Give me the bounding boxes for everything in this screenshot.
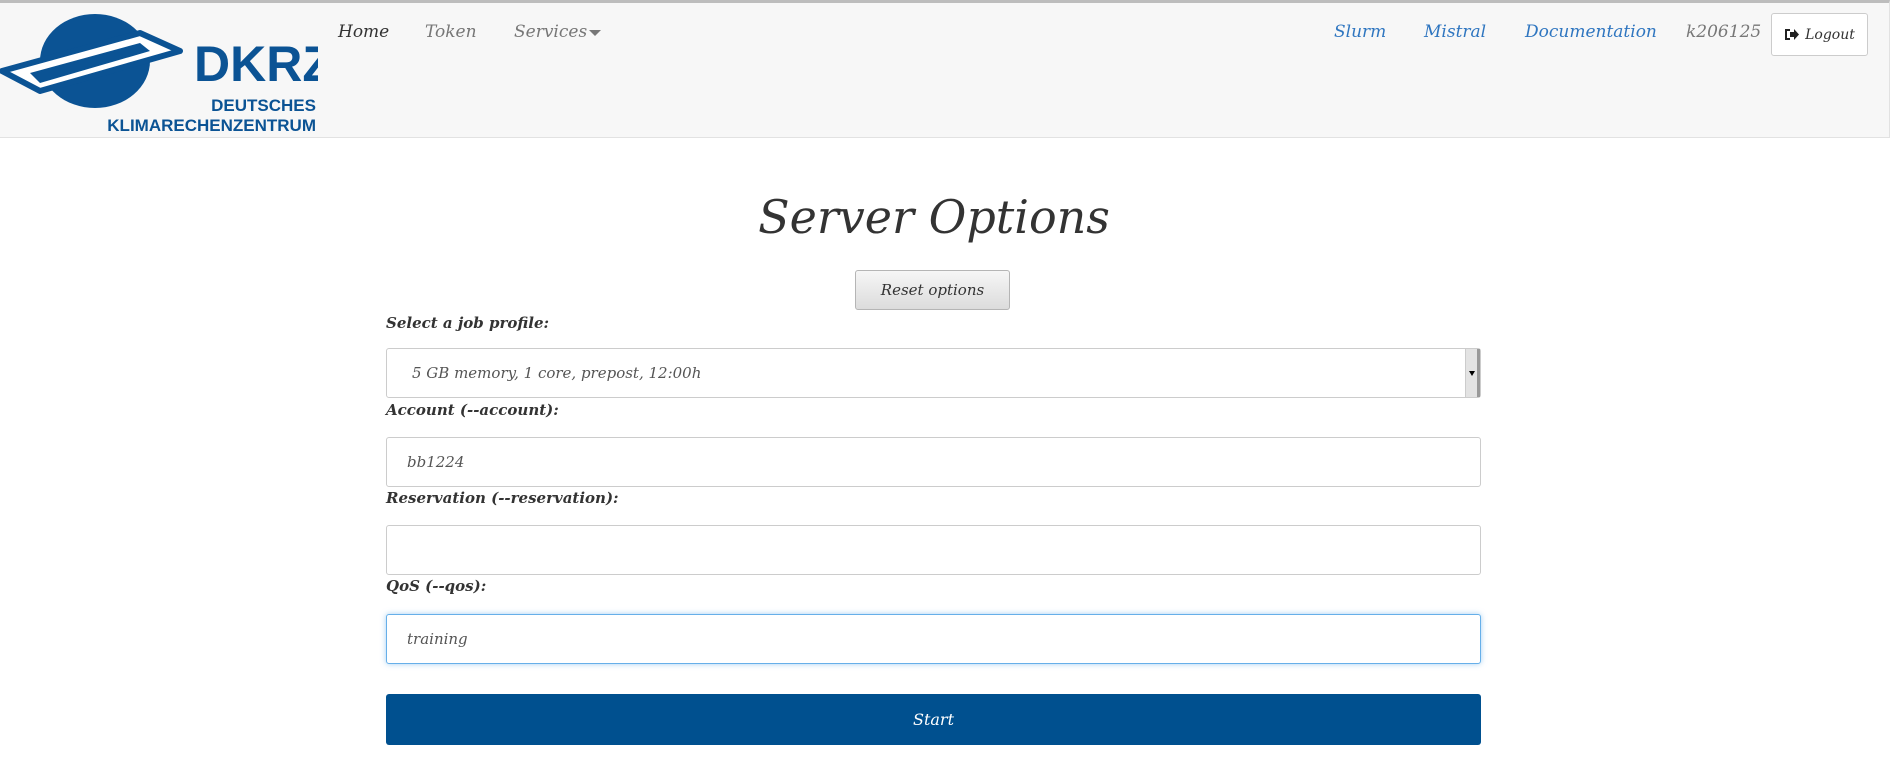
start-button[interactable]: Start — [386, 694, 1481, 745]
dkrz-logo[interactable]: DKRZ DEUTSCHES KLIMARECHENZENTRUM — [0, 13, 333, 135]
reservation-label: Reservation (--reservation): — [386, 489, 619, 507]
qos-label: QoS (--qos): — [386, 577, 487, 595]
logout-label: Logout — [1805, 26, 1855, 43]
reset-options-button[interactable]: Reset options — [855, 270, 1010, 310]
svg-text:DKRZ: DKRZ — [194, 36, 318, 92]
nav-token[interactable]: Token — [425, 22, 477, 42]
svg-text:KLIMARECHENZENTRUM: KLIMARECHENZENTRUM — [107, 116, 316, 133]
account-label: Account (--account): — [386, 401, 559, 419]
navbar: DKRZ DEUTSCHES KLIMARECHENZENTRUM Home T… — [0, 0, 1890, 138]
username: k206125 — [1686, 22, 1762, 42]
job-profile-value: 5 GB memory, 1 core, prepost, 12:00h — [412, 364, 702, 382]
account-input[interactable]: bb1224 — [386, 437, 1481, 487]
page-title: Server Options — [758, 190, 1110, 244]
job-profile-select[interactable]: 5 GB memory, 1 core, prepost, 12:00h — [386, 348, 1481, 398]
nav-mistral[interactable]: Mistral — [1424, 22, 1486, 42]
nav-home[interactable]: Home — [338, 22, 389, 42]
job-profile-label: Select a job profile: — [386, 314, 550, 332]
nav-documentation[interactable]: Documentation — [1525, 22, 1657, 42]
svg-text:DEUTSCHES: DEUTSCHES — [211, 96, 316, 115]
logout-button[interactable]: Logout — [1771, 13, 1868, 56]
reservation-input[interactable] — [386, 525, 1481, 575]
nav-services-label: Services — [514, 22, 588, 42]
nav-slurm[interactable]: Slurm — [1334, 22, 1386, 42]
dropdown-arrow-icon — [1465, 349, 1480, 397]
caret-down-icon — [589, 29, 602, 36]
sign-out-icon — [1785, 29, 1800, 40]
nav-services-dropdown[interactable]: Services — [514, 22, 602, 42]
qos-input[interactable]: training — [386, 614, 1481, 664]
